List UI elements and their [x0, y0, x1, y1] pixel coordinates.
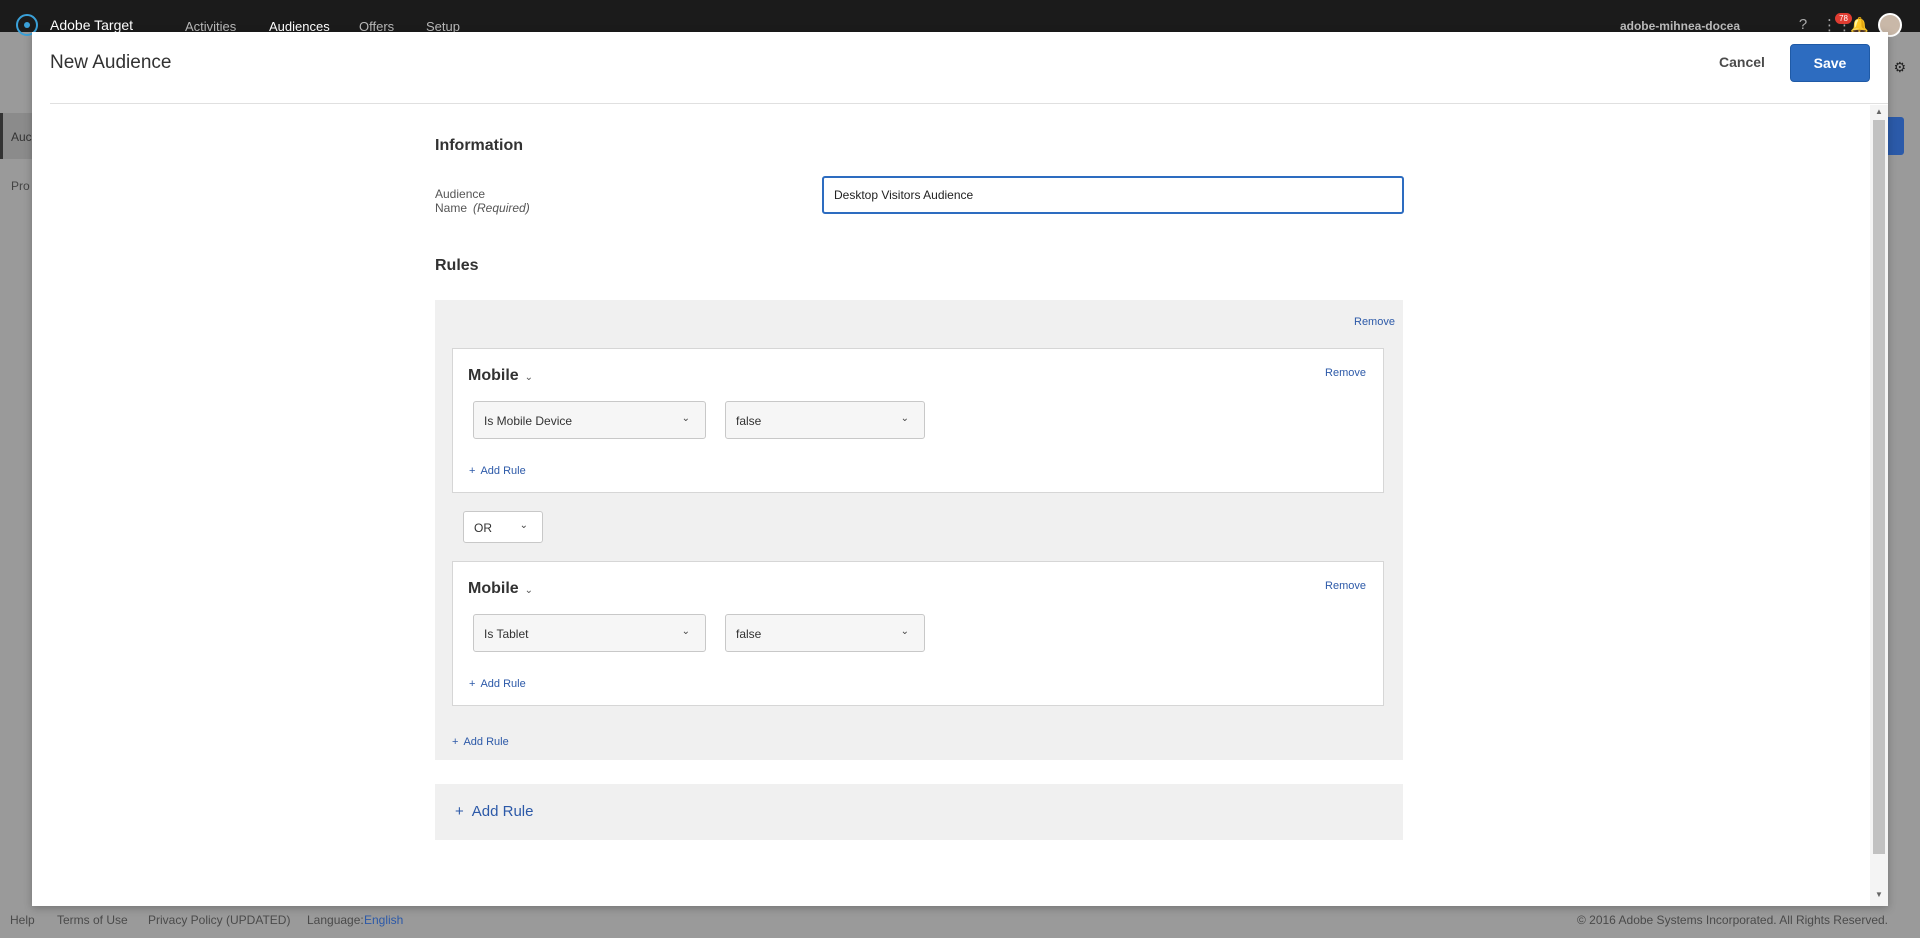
- new-audience-modal: New Audience Cancel Save ▲ ▼ Information…: [32, 32, 1888, 906]
- add-rule-label: Add Rule: [480, 678, 526, 690]
- rule-category-dropdown[interactable]: Mobile ⌄: [468, 367, 533, 385]
- rule-category-label: Mobile: [468, 367, 519, 384]
- gear-icon: ⚙: [1893, 59, 1906, 75]
- chevron-down-icon: ⌄: [524, 372, 534, 383]
- operator-select-value: OR: [474, 521, 492, 535]
- remove-rule-group-link[interactable]: Remove: [1325, 367, 1366, 379]
- cancel-button[interactable]: Cancel: [1707, 44, 1777, 80]
- scroll-down-arrow-icon[interactable]: ▼: [1875, 890, 1883, 899]
- sidebar-item-label: Pro: [11, 179, 30, 193]
- notification-badge: 78: [1835, 13, 1852, 24]
- value-select-value: false: [736, 414, 762, 428]
- rule-group: Mobile ⌄ Remove Is Tablet ⌄ false ⌄ + Add …: [452, 561, 1384, 706]
- modal-title: New Audience: [50, 52, 172, 73]
- chevron-down-icon: ⌄: [524, 585, 534, 596]
- add-rule-block-button[interactable]: + Add Rule: [435, 784, 1403, 840]
- plus-icon: +: [469, 678, 476, 690]
- add-rule-label: Add Rule: [463, 736, 509, 748]
- audience-name-input[interactable]: [822, 176, 1404, 214]
- value-select-value: false: [736, 627, 762, 641]
- attribute-select[interactable]: Is Mobile Device ⌄: [473, 401, 706, 439]
- add-rule-link[interactable]: + Add Rule: [469, 465, 526, 477]
- attribute-select-value: Is Mobile Device: [484, 414, 573, 428]
- plus-icon: +: [469, 465, 476, 477]
- save-button[interactable]: Save: [1790, 44, 1870, 82]
- value-select[interactable]: false ⌄: [725, 401, 925, 439]
- chevron-down-icon: ⌄: [681, 626, 690, 637]
- chevron-down-icon: ⌄: [900, 626, 909, 637]
- footer-privacy-link[interactable]: Privacy Policy (UPDATED): [148, 913, 290, 927]
- rule-category-dropdown[interactable]: Mobile ⌄: [468, 580, 533, 598]
- footer-language-link[interactable]: English: [364, 913, 403, 927]
- operator-select[interactable]: OR ⌄: [463, 511, 543, 543]
- rule-category-label: Mobile: [468, 580, 519, 597]
- footer: Help Terms of Use Privacy Policy (UPDATE…: [0, 902, 1920, 938]
- required-label: (Required): [473, 201, 530, 215]
- chevron-down-icon: ⌄: [900, 413, 909, 424]
- chevron-down-icon: ⌄: [681, 413, 690, 424]
- footer-language-label: Language:: [307, 913, 364, 927]
- add-rule-label: Add Rule: [480, 465, 526, 477]
- value-select[interactable]: false ⌄: [725, 614, 925, 652]
- footer-copyright: © 2016 Adobe Systems Incorporated. All R…: [1576, 913, 1888, 927]
- top-navigation-bar: Adobe Target Activities Audiences Offers…: [0, 0, 1920, 37]
- add-rule-link[interactable]: + Add Rule: [469, 678, 526, 690]
- brand-name[interactable]: Adobe Target: [50, 17, 133, 33]
- footer-help-link[interactable]: Help: [10, 913, 35, 927]
- sidebar-item-label: Auc: [11, 130, 32, 144]
- scrollbar-thumb[interactable]: [1873, 120, 1885, 854]
- header-divider: [50, 103, 1888, 104]
- plus-icon: +: [455, 803, 464, 820]
- attribute-select-value: Is Tablet: [484, 627, 529, 641]
- information-section-title: Information: [435, 137, 523, 154]
- scroll-up-arrow-icon[interactable]: ▲: [1875, 107, 1883, 116]
- plus-icon: +: [452, 736, 459, 748]
- remove-rules-link[interactable]: Remove: [1354, 316, 1395, 328]
- attribute-select[interactable]: Is Tablet ⌄: [473, 614, 706, 652]
- footer-terms-link[interactable]: Terms of Use: [57, 913, 128, 927]
- add-rule-link[interactable]: + Add Rule: [452, 736, 509, 748]
- rules-panel: Remove Mobile ⌄ Remove Is Mobile Device ⌄…: [435, 300, 1403, 760]
- rules-section-title: Rules: [435, 257, 479, 274]
- chevron-down-icon: ⌄: [519, 520, 528, 531]
- add-rule-label: Add Rule: [471, 803, 534, 820]
- rule-group: Mobile ⌄ Remove Is Mobile Device ⌄ false …: [452, 348, 1384, 493]
- audience-name-label: Audience Name (Required): [435, 187, 530, 215]
- user-name[interactable]: adobe-mihnea-docea: [1620, 19, 1740, 33]
- remove-rule-group-link[interactable]: Remove: [1325, 580, 1366, 592]
